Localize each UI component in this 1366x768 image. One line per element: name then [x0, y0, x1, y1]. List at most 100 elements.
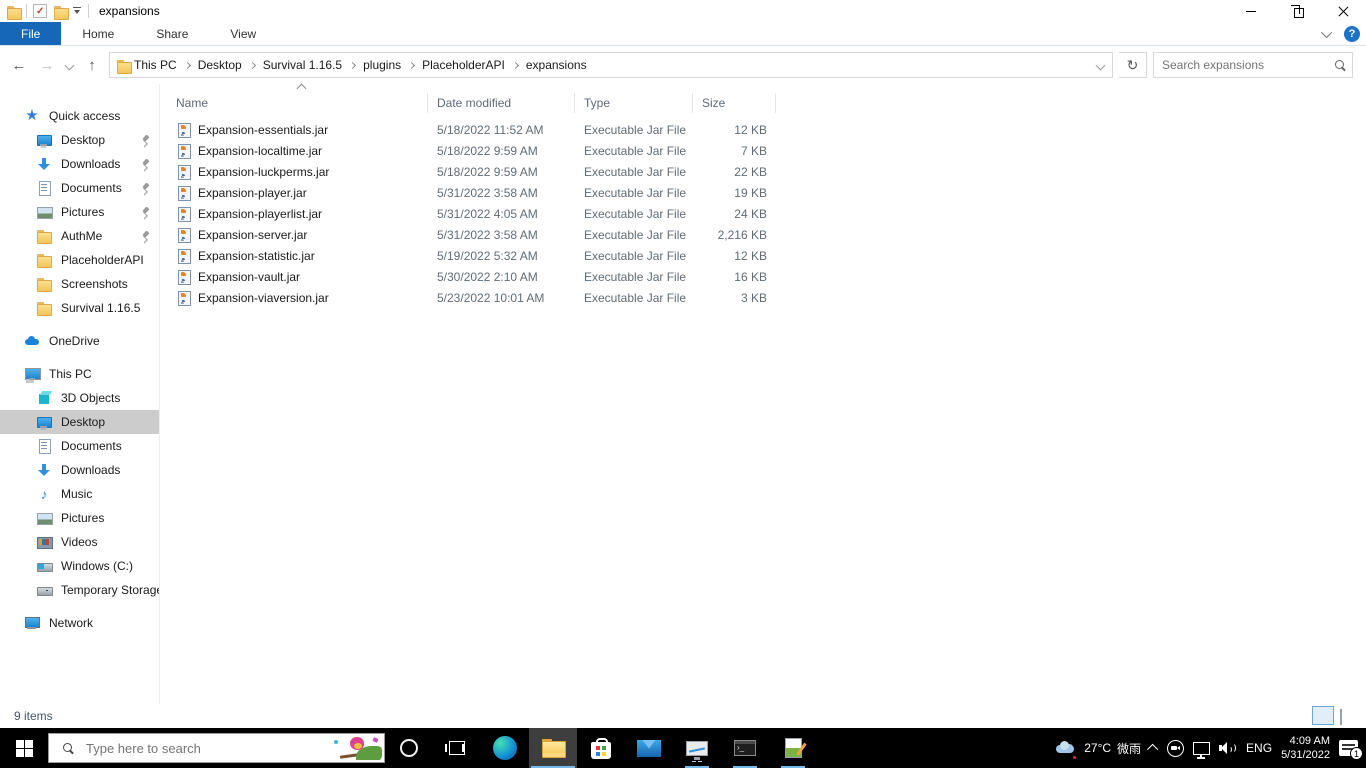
taskbar-app-terminal[interactable]: [721, 728, 769, 768]
sidebar-item-screenshots[interactable]: Screenshots: [0, 272, 159, 296]
sidebar-item-desktop[interactable]: Desktop: [0, 410, 159, 434]
close-button[interactable]: [1320, 0, 1366, 22]
breadcrumb-segment[interactable]: Desktop: [194, 58, 246, 72]
file-row[interactable]: Expansion-player.jar 5/31/2022 3:58 AM Exe…: [176, 182, 1366, 203]
address-dropdown-button[interactable]: [1088, 53, 1112, 77]
terminal-icon: [734, 740, 756, 756]
expand-ribbon-chevron-icon[interactable]: [1320, 26, 1333, 39]
taskbar-app-system-monitor[interactable]: [673, 728, 721, 768]
search-highlight-image[interactable]: [330, 736, 382, 760]
taskbar-search-box[interactable]: [48, 733, 385, 763]
breadcrumb-chevron-icon[interactable]: [349, 61, 357, 69]
sidebar-item-windows-c-[interactable]: Windows (C:): [0, 554, 159, 578]
column-header-size[interactable]: Size: [693, 92, 776, 114]
sidebar-item-videos[interactable]: Videos: [0, 530, 159, 554]
file-row[interactable]: Expansion-vault.jar 5/30/2022 2:10 AM Exec…: [176, 266, 1366, 287]
file-row[interactable]: Expansion-statistic.jar 5/19/2022 5:32 AM…: [176, 245, 1366, 266]
breadcrumb-segment[interactable]: This PC: [130, 58, 181, 72]
tab-view[interactable]: View: [209, 22, 277, 45]
tab-file[interactable]: File: [0, 22, 62, 45]
sidebar-item-desktop[interactable]: Desktop: [0, 128, 159, 152]
restore-button[interactable]: [1274, 0, 1320, 22]
recent-locations-chevron-icon[interactable]: [64, 60, 75, 70]
breadcrumb-chevron-icon[interactable]: [408, 61, 416, 69]
breadcrumb-segment[interactable]: plugins: [359, 58, 405, 72]
view-toggles: [1312, 706, 1362, 725]
tab-share[interactable]: Share: [135, 22, 209, 45]
taskbar: 27°C 微雨 ENG 4:09 AM 5/31/2022 1: [0, 728, 1366, 768]
sidebar-item-authme[interactable]: AuthMe: [0, 224, 159, 248]
file-date-modified: 5/19/2022 5:32 AM: [437, 248, 538, 263]
file-row[interactable]: Expansion-server.jar 5/31/2022 3:58 AM Exe…: [176, 224, 1366, 245]
taskbar-app-notes[interactable]: [769, 728, 817, 768]
show-hidden-icons-chevron-icon[interactable]: [1146, 743, 1159, 756]
back-button[interactable]: ←: [8, 57, 30, 74]
file-row[interactable]: Expansion-playerlist.jar 5/31/2022 4:05 A…: [176, 203, 1366, 224]
volume-icon[interactable]: [1219, 740, 1237, 756]
customize-chevron-icon[interactable]: [73, 7, 82, 15]
file-row[interactable]: Expansion-localtime.jar 5/18/2022 9:59 AM…: [176, 140, 1366, 161]
breadcrumb-segment[interactable]: Survival 1.16.5: [259, 58, 346, 72]
help-button[interactable]: ?: [1344, 26, 1360, 42]
breadcrumb-segment[interactable]: expansions: [522, 58, 591, 72]
address-box[interactable]: This PC Desktop Survival 1.16.5 plugins Plac…: [109, 52, 1113, 78]
taskbar-app-edge[interactable]: [481, 728, 529, 768]
network-icon[interactable]: [1193, 741, 1211, 759]
forward-button[interactable]: →: [36, 57, 58, 74]
titlebar: ✓ expansions: [0, 0, 1366, 22]
sidebar-item-pictures[interactable]: Pictures: [0, 200, 159, 224]
folder-icon: [36, 228, 52, 244]
sidebar-item-documents[interactable]: Documents: [0, 176, 159, 200]
search-input[interactable]: [1162, 58, 1335, 72]
sidebar-item-documents[interactable]: Documents: [0, 434, 159, 458]
meet-now-icon[interactable]: [1167, 739, 1185, 757]
breadcrumb-segment[interactable]: PlaceholderAPI: [418, 58, 509, 72]
sidebar-item-network[interactable]: Network: [0, 611, 159, 635]
new-folder-icon[interactable]: [53, 4, 69, 20]
file-row[interactable]: Expansion-essentials.jar 5/18/2022 11:52 …: [176, 119, 1366, 140]
details-view-button[interactable]: [1312, 706, 1334, 725]
properties-check-icon[interactable]: ✓: [33, 4, 47, 18]
column-header-type[interactable]: Type: [575, 92, 693, 114]
taskbar-search-icon: [63, 742, 74, 754]
search-box[interactable]: [1153, 52, 1353, 78]
sidebar-item-this-pc[interactable]: This PC: [0, 362, 159, 386]
taskbar-search-input[interactable]: [86, 740, 266, 756]
language-indicator[interactable]: ENG: [1246, 741, 1272, 755]
sidebar-item-3d-objects[interactable]: 3D Objects: [0, 386, 159, 410]
weather-widget[interactable]: 27°C 微雨: [1056, 740, 1141, 757]
taskbar-app-cortana[interactable]: [385, 728, 433, 768]
breadcrumb-chevron-icon[interactable]: [248, 61, 256, 69]
taskbar-app-store[interactable]: [577, 728, 625, 768]
ribbon-tabs: File Home Share View ?: [0, 22, 1366, 46]
column-header-name[interactable]: Name: [176, 83, 428, 114]
taskbar-app-file-explorer[interactable]: [529, 728, 577, 768]
sidebar-item-downloads[interactable]: Downloads: [0, 152, 159, 176]
jar-file-icon: [176, 248, 192, 264]
up-button[interactable]: ↑: [81, 57, 103, 74]
taskbar-app-mail[interactable]: [625, 728, 673, 768]
minimize-button[interactable]: [1228, 0, 1274, 22]
breadcrumb-chevron-icon[interactable]: [183, 61, 191, 69]
breadcrumb-chevron-icon[interactable]: [511, 61, 519, 69]
sidebar-item-downloads[interactable]: Downloads: [0, 458, 159, 482]
file-row[interactable]: Expansion-luckperms.jar 5/18/2022 9:59 AM…: [176, 161, 1366, 182]
sidebar-item-pictures[interactable]: Pictures: [0, 506, 159, 530]
refresh-button[interactable]: ↻: [1119, 52, 1147, 78]
sidebar-item-music[interactable]: ♪ Music: [0, 482, 159, 506]
file-row[interactable]: Expansion-viaversion.jar 5/23/2022 10:01 …: [176, 287, 1366, 308]
jar-file-icon: [176, 122, 192, 138]
clock[interactable]: 4:09 AM 5/31/2022: [1281, 734, 1330, 762]
sidebar-item-placeholderapi[interactable]: PlaceholderAPI: [0, 248, 159, 272]
action-center-icon[interactable]: 1: [1339, 740, 1363, 760]
start-button[interactable]: [0, 728, 48, 768]
sidebar-item-survival-1-16-5[interactable]: Survival 1.16.5: [0, 296, 159, 320]
sidebar-item-quick-access[interactable]: ★ Quick access: [0, 104, 159, 128]
sidebar-item-onedrive[interactable]: OneDrive: [0, 329, 159, 353]
thumbnails-view-button[interactable]: [1336, 706, 1358, 725]
file-size: 16 KB: [734, 269, 767, 284]
column-header-date-modified[interactable]: Date modified: [428, 92, 575, 114]
tab-home[interactable]: Home: [61, 22, 135, 45]
sidebar-item-temporary-storage[interactable]: Temporary Storage: [0, 578, 159, 602]
taskbar-app-task-view[interactable]: [433, 728, 481, 768]
